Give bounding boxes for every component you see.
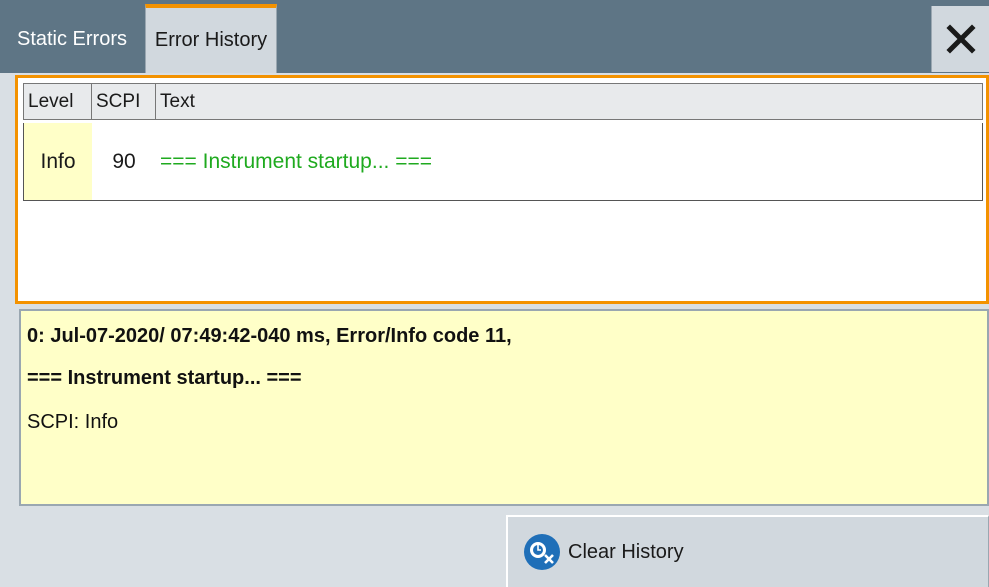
dialog-header: Static Errors Error History bbox=[0, 0, 989, 73]
detail-timestamp-line: 0: Jul-07-2020/ 07:49:42-040 ms, Error/I… bbox=[27, 325, 512, 347]
column-header-text: Text bbox=[160, 90, 195, 112]
table-header: Level SCPI Text bbox=[23, 83, 983, 120]
error-detail-panel: 0: Jul-07-2020/ 07:49:42-040 ms, Error/I… bbox=[19, 309, 989, 506]
detail-scpi-line: SCPI: Info bbox=[27, 411, 119, 433]
tab-static-errors[interactable]: Static Errors bbox=[0, 6, 144, 72]
detail-message-line: === Instrument startup... === bbox=[27, 367, 302, 389]
clear-history-label: Clear History bbox=[568, 540, 684, 563]
level-cell: Info bbox=[24, 123, 92, 200]
table-row[interactable]: Info 90 === Instrument startup... === bbox=[23, 123, 983, 201]
text-cell: === Instrument startup... === bbox=[160, 149, 432, 173]
column-header-level: Level bbox=[24, 84, 92, 119]
clear-history-icon bbox=[522, 532, 562, 572]
column-header-scpi: SCPI bbox=[92, 84, 156, 119]
close-button[interactable] bbox=[931, 6, 989, 72]
error-history-table: Level SCPI Text Info 90 === Instrument s… bbox=[15, 75, 989, 304]
scpi-cell: 90 bbox=[112, 149, 136, 173]
clear-history-button[interactable]: Clear History bbox=[506, 515, 989, 587]
close-icon bbox=[945, 24, 976, 54]
tab-error-history[interactable]: Error History bbox=[145, 4, 277, 73]
